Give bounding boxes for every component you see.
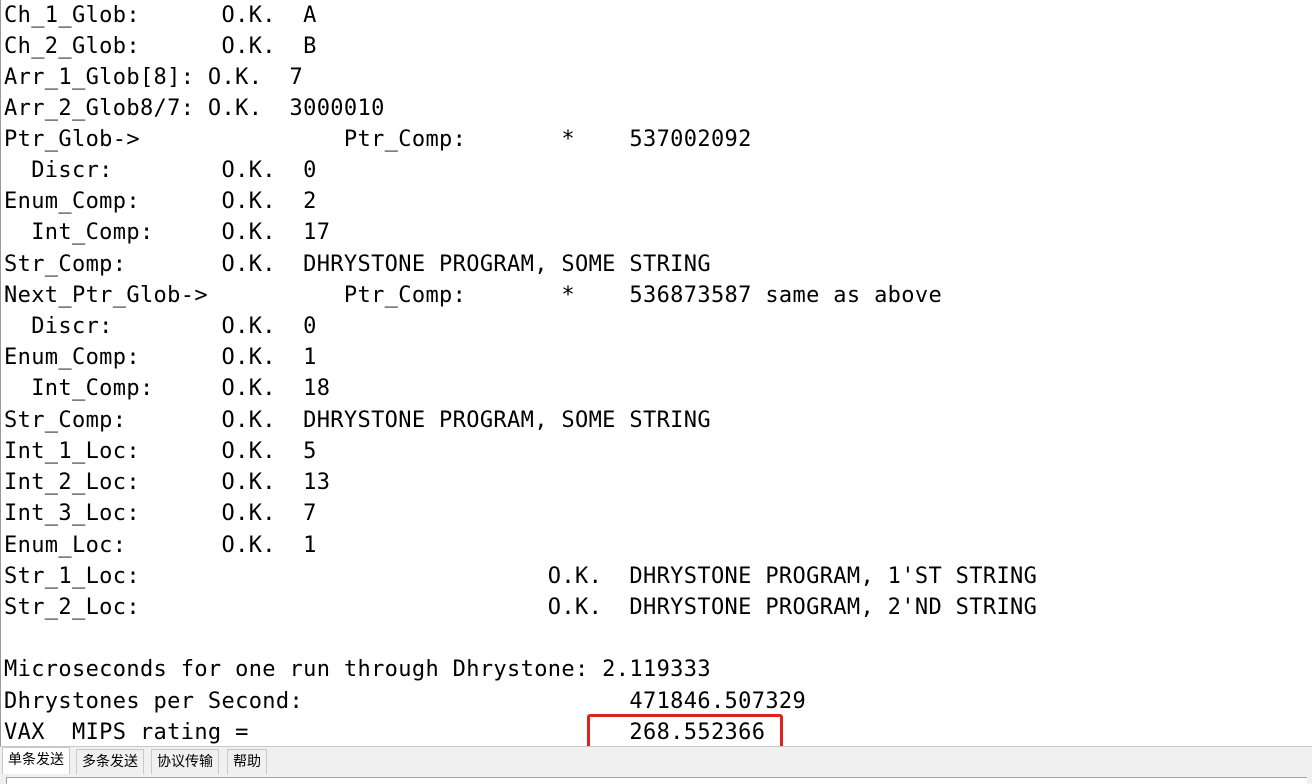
serial-output-terminal[interactable]: Ch_1_Glob: O.K. A Ch_2_Glob: O.K. B Arr_… — [0, 0, 1312, 746]
tab-content-panel — [0, 774, 1312, 784]
terminal-line: Str_1_Loc: O.K. DHRYSTONE PROGRAM, 1'ST … — [4, 564, 1038, 589]
terminal-line: Arr_1_Glob[8]: O.K. 7 — [4, 65, 304, 90]
terminal-line: Dhrystones per Second: 471846.507329 — [4, 689, 807, 714]
tab-help[interactable]: 帮助 — [227, 749, 267, 775]
terminal-line: Str_Comp: O.K. DHRYSTONE PROGRAM, SOME S… — [4, 252, 711, 277]
terminal-line: Int_3_Loc: O.K. 7 — [4, 501, 317, 526]
terminal-line: Int_Comp: O.K. 17 — [4, 220, 331, 245]
terminal-line: Ch_1_Glob: O.K. A — [4, 3, 317, 28]
terminal-line: Enum_Comp: O.K. 2 — [4, 189, 317, 214]
terminal-line: Microseconds for one run through Dhrysto… — [4, 657, 711, 682]
terminal-left-border — [0, 0, 1, 746]
terminal-line: Int_2_Loc: O.K. 13 — [4, 470, 331, 495]
terminal-line: Str_2_Loc: O.K. DHRYSTONE PROGRAM, 2'ND … — [4, 595, 1038, 620]
terminal-line: Ch_2_Glob: O.K. B — [4, 34, 317, 59]
terminal-line: Int_1_Loc: O.K. 5 — [4, 439, 317, 464]
tab-multi-send[interactable]: 多条发送 — [76, 749, 144, 775]
terminal-line: Discr: O.K. 0 — [4, 314, 317, 339]
tab-content-frame — [6, 777, 1307, 784]
tab-single-send[interactable]: 单条发送 — [2, 747, 70, 776]
terminal-line: Enum_Loc: O.K. 1 — [4, 533, 317, 558]
terminal-line: Str_Comp: O.K. DHRYSTONE PROGRAM, SOME S… — [4, 408, 711, 433]
mips-rating-highlight-box — [587, 714, 783, 749]
terminal-line: Enum_Comp: O.K. 1 — [4, 345, 317, 370]
terminal-line: Discr: O.K. 0 — [4, 158, 317, 183]
terminal-line: Int_Comp: O.K. 18 — [4, 376, 331, 401]
terminal-line: Next_Ptr_Glob-> Ptr_Comp: * 536873587 sa… — [4, 283, 943, 308]
terminal-line: Arr_2_Glob8/7: O.K. 3000010 — [4, 96, 385, 121]
tab-protocol-transfer[interactable]: 协议传输 — [151, 749, 219, 775]
terminal-line: Ptr_Glob-> Ptr_Comp: * 537002092 — [4, 127, 752, 152]
bottom-tab-bar: 单条发送 多条发送 协议传输 帮助 — [0, 746, 1312, 776]
